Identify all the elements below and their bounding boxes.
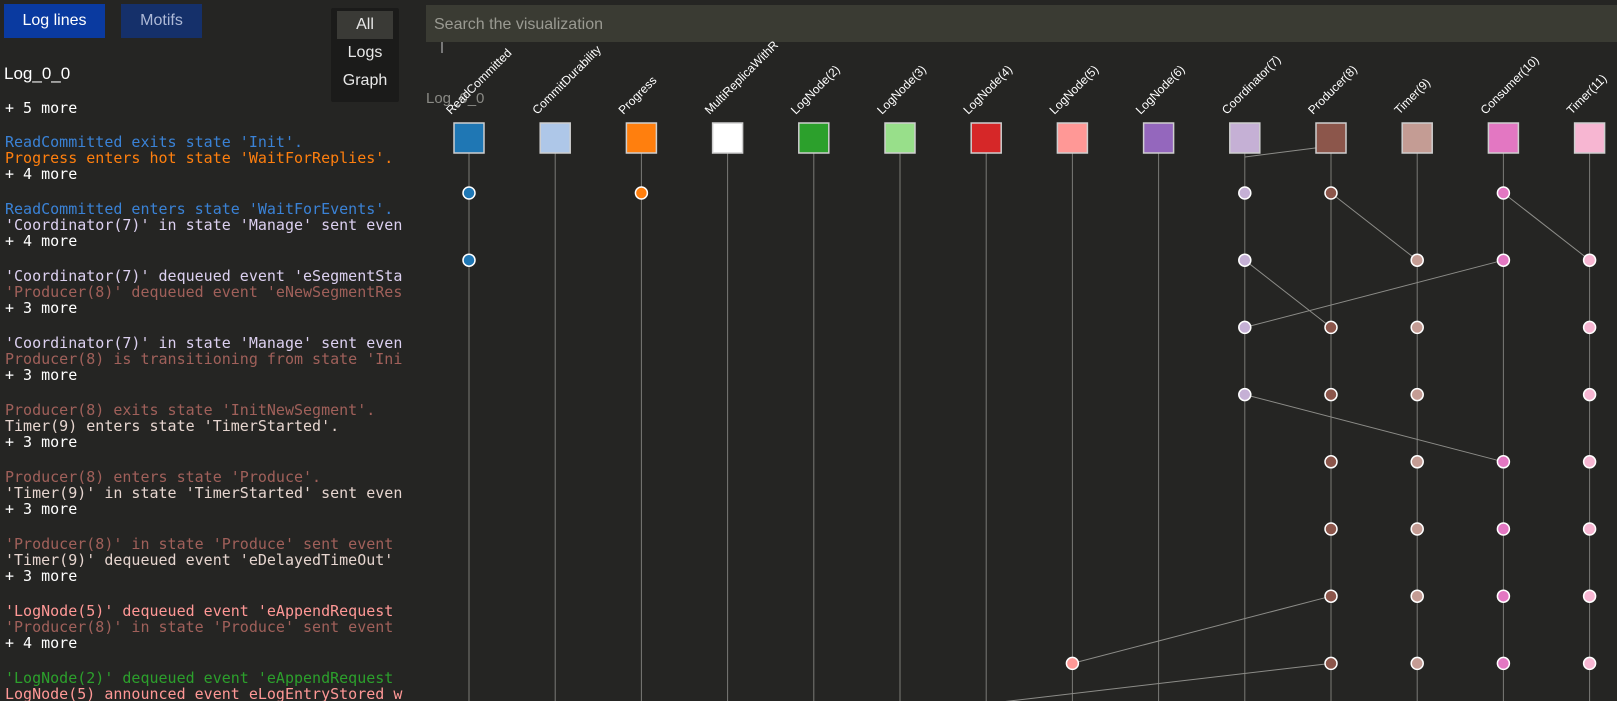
event-dot[interactable]	[1238, 186, 1252, 200]
lifeline-box[interactable]	[798, 122, 830, 154]
lifeline-label[interactable]: LogNode(6)	[1133, 62, 1188, 117]
lifeline-box[interactable]	[884, 122, 916, 154]
event-dot[interactable]	[462, 253, 476, 267]
lifeline-label[interactable]: LogNode(5)	[1047, 62, 1102, 117]
lifeline-box[interactable]	[1487, 122, 1520, 154]
event-dot[interactable]	[1496, 589, 1511, 603]
lifeline-label[interactable]: LogNode(4)	[960, 62, 1015, 117]
event-dot[interactable]	[1324, 186, 1338, 200]
lifeline-box[interactable]	[539, 122, 571, 154]
lifeline-box[interactable]	[1315, 122, 1347, 154]
lifeline-box[interactable]	[1573, 122, 1606, 154]
lifeline-box[interactable]	[625, 122, 658, 154]
message-arrow	[1244, 259, 1332, 328]
lifeline-box[interactable]	[1229, 122, 1261, 154]
lifeline-label[interactable]: Timer(9)	[1391, 75, 1433, 117]
event-dot[interactable]	[1324, 387, 1338, 402]
event-dot[interactable]	[1065, 656, 1080, 671]
event-dot[interactable]	[1496, 656, 1511, 671]
lifeline-label[interactable]: Consumer(10)	[1478, 53, 1542, 117]
event-dot[interactable]	[1324, 455, 1338, 469]
message-arrow	[1330, 192, 1418, 261]
lifeline-label[interactable]: LogNode(2)	[788, 62, 843, 117]
sequence-graph[interactable]: Log_0_0ReadCommitted CommitDurability Prog…	[0, 0, 1617, 701]
event-dot[interactable]	[1238, 387, 1252, 402]
event-dot[interactable]	[1410, 253, 1424, 267]
event-dot[interactable]	[1496, 253, 1511, 267]
event-dot[interactable]	[1410, 455, 1424, 469]
event-dot[interactable]	[1582, 656, 1597, 671]
message-arrow	[1244, 259, 1504, 328]
event-dot[interactable]	[1582, 589, 1597, 603]
lifeline-label[interactable]: MultiReplicaWithR	[702, 38, 781, 117]
event-dot[interactable]	[1410, 656, 1424, 671]
lifeline-box[interactable]	[1056, 122, 1089, 154]
lifeline-label[interactable]: Coordinator(7)	[1219, 53, 1284, 118]
lifeline-label[interactable]: Timer(11)	[1564, 71, 1610, 117]
event-dot[interactable]	[1410, 522, 1424, 536]
message-arrow	[1503, 192, 1590, 261]
event-dot[interactable]	[1410, 589, 1424, 603]
lifeline-box[interactable]	[711, 122, 744, 154]
event-dot[interactable]	[1324, 656, 1338, 671]
lifeline-box[interactable]	[453, 122, 485, 154]
event-dot[interactable]	[1238, 320, 1252, 335]
event-dot[interactable]	[462, 186, 476, 200]
lifeline-label[interactable]: Progress	[616, 73, 660, 117]
event-dot[interactable]	[1582, 320, 1597, 335]
message-arrow	[1244, 394, 1504, 463]
event-dot[interactable]	[1582, 522, 1597, 536]
message-arrow	[1072, 595, 1332, 664]
event-dot[interactable]	[634, 186, 649, 200]
lifeline-box[interactable]	[1401, 122, 1433, 154]
event-dot[interactable]	[1324, 320, 1338, 335]
event-dot[interactable]	[1582, 253, 1597, 267]
lifeline-label[interactable]: Producer(8)	[1305, 62, 1360, 117]
lifeline-label[interactable]: LogNode(3)	[874, 62, 929, 117]
event-dot[interactable]	[1582, 387, 1597, 402]
event-dot[interactable]	[1324, 589, 1338, 603]
lifeline-label[interactable]: CommitDurability	[529, 43, 604, 118]
event-dot[interactable]	[1410, 387, 1424, 402]
lifeline-box[interactable]	[1142, 122, 1175, 154]
event-dot[interactable]	[1496, 455, 1511, 469]
event-dot[interactable]	[1324, 522, 1338, 536]
event-dot[interactable]	[1582, 455, 1597, 469]
event-dot[interactable]	[1238, 253, 1252, 267]
lifeline-box[interactable]	[970, 122, 1002, 154]
event-dot[interactable]	[1496, 186, 1511, 200]
event-dot[interactable]	[1410, 320, 1424, 335]
event-dot[interactable]	[1496, 522, 1511, 536]
